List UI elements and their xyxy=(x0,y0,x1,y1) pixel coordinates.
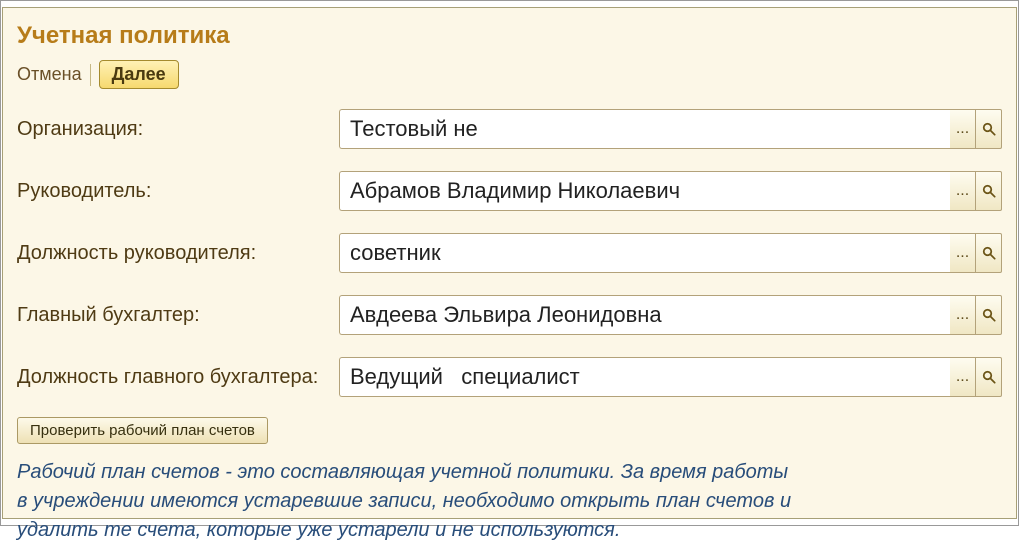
ctrl-organization: ... xyxy=(339,109,1002,149)
ellipsis-icon: ... xyxy=(956,244,969,262)
input-accountant[interactable] xyxy=(339,295,950,335)
command-row: Отмена Далее xyxy=(17,60,1002,89)
input-head[interactable] xyxy=(339,171,950,211)
label-organization: Организация: xyxy=(17,118,333,141)
lookup-button-accountant[interactable] xyxy=(976,295,1002,335)
check-plan-button[interactable]: Проверить рабочий план счетов xyxy=(17,417,268,444)
ctrl-head: ... xyxy=(339,171,1002,211)
lookup-button-head-position[interactable] xyxy=(976,233,1002,273)
row-head: Руководитель: ... xyxy=(17,171,1002,211)
label-head-position: Должность руководителя: xyxy=(17,242,333,265)
input-accountant-position[interactable] xyxy=(339,357,950,397)
form-panel: Учетная политика Отмена Далее Организаци… xyxy=(2,7,1017,519)
label-accountant-position: Должность главного бухгалтера: xyxy=(17,366,333,389)
row-accountant: Главный бухгалтер: ... xyxy=(17,295,1002,335)
select-button-head-position[interactable]: ... xyxy=(950,233,976,273)
input-organization[interactable] xyxy=(339,109,950,149)
lookup-button-accountant-position[interactable] xyxy=(976,357,1002,397)
row-head-position: Должность руководителя: ... xyxy=(17,233,1002,273)
row-accountant-position: Должность главного бухгалтера: ... xyxy=(17,357,1002,397)
select-button-accountant[interactable]: ... xyxy=(950,295,976,335)
magnifier-icon xyxy=(982,308,996,322)
ctrl-accountant: ... xyxy=(339,295,1002,335)
magnifier-icon xyxy=(982,122,996,136)
lookup-button-head[interactable] xyxy=(976,171,1002,211)
magnifier-icon xyxy=(982,184,996,198)
select-button-head[interactable]: ... xyxy=(950,171,976,211)
select-button-organization[interactable]: ... xyxy=(950,109,976,149)
form: Организация: ... Руководитель: ... xyxy=(17,109,1002,397)
ctrl-head-position: ... xyxy=(339,233,1002,273)
ellipsis-icon: ... xyxy=(956,368,969,386)
ctrl-accountant-position: ... xyxy=(339,357,1002,397)
info-note: Рабочий план счетов - это составляющая у… xyxy=(17,458,797,545)
app-window: Учетная политика Отмена Далее Организаци… xyxy=(0,0,1019,526)
separator xyxy=(90,64,91,86)
next-button[interactable]: Далее xyxy=(99,60,179,89)
page-title: Учетная политика xyxy=(17,22,1002,50)
input-head-position[interactable] xyxy=(339,233,950,273)
select-button-accountant-position[interactable]: ... xyxy=(950,357,976,397)
lookup-button-organization[interactable] xyxy=(976,109,1002,149)
magnifier-icon xyxy=(982,246,996,260)
ellipsis-icon: ... xyxy=(956,306,969,324)
magnifier-icon xyxy=(982,370,996,384)
label-accountant: Главный бухгалтер: xyxy=(17,304,333,327)
row-organization: Организация: ... xyxy=(17,109,1002,149)
ellipsis-icon: ... xyxy=(956,182,969,200)
label-head: Руководитель: xyxy=(17,180,333,203)
ellipsis-icon: ... xyxy=(956,120,969,138)
cancel-button[interactable]: Отмена xyxy=(17,64,82,85)
